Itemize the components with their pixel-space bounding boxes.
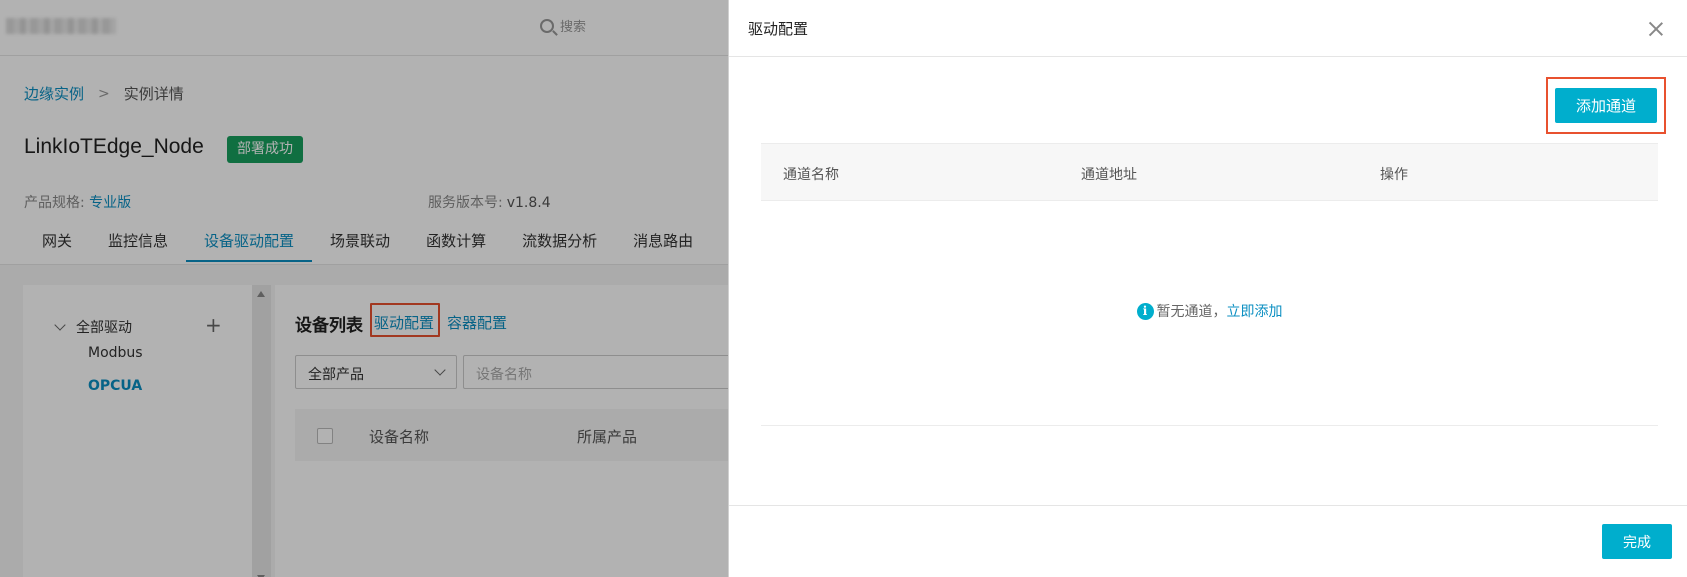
highlight-box: 添加通道 xyxy=(1546,77,1666,134)
info-icon: i xyxy=(1136,302,1154,320)
modal-overlay[interactable] xyxy=(0,0,728,577)
add-now-link[interactable]: 立即添加 xyxy=(1227,301,1283,321)
channel-table: 通道名称 通道地址 操作 i 暂无通道， 立即添加 xyxy=(761,143,1658,426)
empty-message: i 暂无通道， 立即添加 xyxy=(761,301,1658,321)
empty-text: 暂无通道， xyxy=(1156,304,1227,320)
column-channel-address: 通道地址 xyxy=(1081,167,1137,183)
channel-table-empty: i 暂无通道， 立即添加 xyxy=(761,201,1658,426)
drawer-header: 驱动配置 xyxy=(729,0,1687,57)
add-channel-button[interactable]: 添加通道 xyxy=(1555,88,1657,123)
drawer-footer: 完成 xyxy=(729,505,1687,577)
channel-table-header: 通道名称 通道地址 操作 xyxy=(761,143,1658,201)
column-actions: 操作 xyxy=(1380,167,1408,183)
done-button[interactable]: 完成 xyxy=(1602,524,1672,559)
column-channel-name: 通道名称 xyxy=(783,167,839,183)
close-icon[interactable] xyxy=(1647,20,1665,38)
driver-config-drawer: 驱动配置 添加通道 通道名称 通道地址 操作 i 暂无通道， 立即添加 完成 xyxy=(728,0,1687,577)
drawer-title: 驱动配置 xyxy=(748,20,809,38)
